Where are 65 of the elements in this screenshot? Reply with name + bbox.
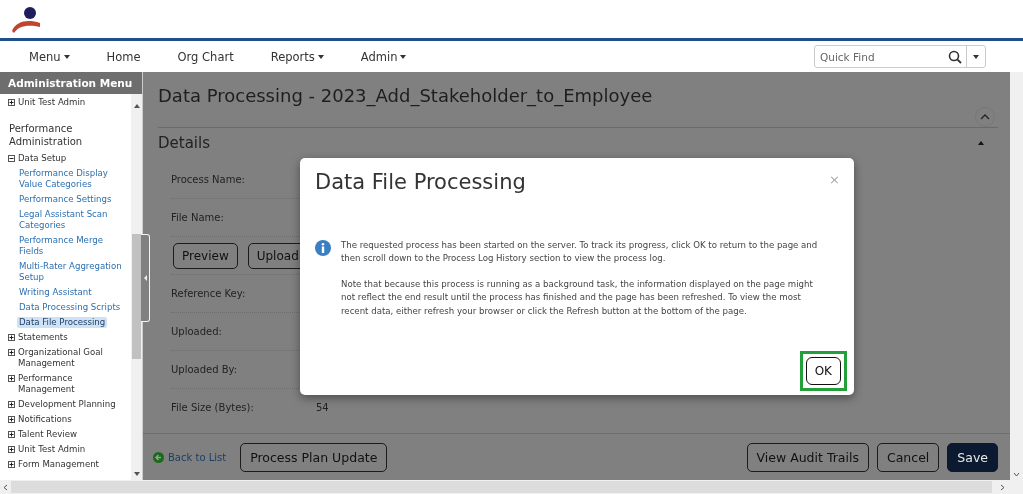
- expand-toggle-icon[interactable]: [8, 373, 15, 382]
- expand-toggle-icon[interactable]: [8, 153, 15, 162]
- sidebar-item[interactable]: Statements: [18, 332, 118, 343]
- caret-icon[interactable]: [978, 141, 984, 145]
- quick-find-box[interactable]: Quick Find: [814, 45, 986, 68]
- sidebar-item[interactable]: Development Planning: [18, 399, 118, 410]
- dialog-message: Note that because this process is running as a background task, the information displayed on the page might not reflect the end result until the process has finished and the page has been refreshed. To view the most recent data, either refresh your browser or click the Refresh button at the bottom of the page.: [341, 277, 814, 318]
- action-button[interactable]: View Audit Trails: [746, 442, 869, 472]
- field-label: Process Name:: [171, 174, 246, 185]
- nav-link[interactable]: Reports: [270, 49, 324, 64]
- sidebar-link[interactable]: Writing Assistant: [17, 287, 94, 298]
- dialog-message: The requested process has been started on the server. To track its progress, click OK to return to the page and then scroll down to the Process Log History section to view the process log.: [341, 239, 819, 266]
- sidebar-heading: Performance Administration: [8, 122, 84, 149]
- section-title: Details: [158, 134, 210, 152]
- sidebar-item[interactable]: Unit Test Admin: [18, 97, 118, 108]
- search-icon[interactable]: [948, 49, 962, 64]
- expand-toggle-icon[interactable]: [8, 399, 15, 408]
- field-label: Uploaded By:: [171, 364, 239, 375]
- page-title: Data Processing - 2023_Add_Stakeholder_to_Employee: [158, 85, 654, 106]
- expand-toggle-icon[interactable]: [8, 347, 15, 356]
- field-label: Uploaded:: [171, 326, 223, 337]
- nav-link[interactable]: Admin: [360, 49, 407, 64]
- sidebar-link[interactable]: Multi-Rater Aggregation Setup: [17, 261, 129, 283]
- sidebar-item[interactable]: Unit Test Admin: [18, 444, 118, 455]
- sidebar-link[interactable]: Data File Processing: [17, 317, 108, 328]
- action-button[interactable]: Save: [947, 442, 998, 472]
- expand-toggle-icon[interactable]: [8, 429, 15, 438]
- action-button[interactable]: Process Plan Update: [240, 442, 388, 472]
- field-label: File Size (Bytes):: [171, 402, 255, 413]
- sidebar-item[interactable]: Organizational Goal Management: [18, 347, 118, 369]
- nav-link[interactable]: Menu: [29, 49, 70, 64]
- scroll-down-icon[interactable]: [133, 472, 140, 476]
- sidebar-item[interactable]: Form Management: [18, 459, 118, 470]
- dialog-title: Data File Processing: [315, 170, 526, 196]
- back-arrow-icon: [153, 451, 164, 463]
- info-icon: [315, 240, 331, 256]
- sidebar-link[interactable]: Performance Display Value Categories: [17, 168, 129, 190]
- field-value: 54: [316, 402, 329, 413]
- expand-toggle-icon[interactable]: [8, 444, 15, 453]
- expand-toggle-icon[interactable]: [8, 332, 15, 341]
- sidebar-link[interactable]: Data Processing Scripts: [17, 302, 123, 313]
- sidebar-link[interactable]: Performance Settings: [17, 194, 114, 205]
- scroll-down-icon[interactable]: [1013, 472, 1020, 477]
- field-label: Reference Key:: [171, 288, 247, 299]
- sidebar-item[interactable]: Performance Management: [18, 373, 118, 395]
- quick-find-field[interactable]: Quick Find: [815, 49, 948, 64]
- sidebar-item[interactable]: Talent Review: [18, 429, 118, 440]
- field-label: File Name:: [171, 212, 225, 223]
- expand-toggle-icon[interactable]: [8, 459, 15, 468]
- expand-toggle-icon[interactable]: [8, 97, 15, 106]
- nav-link[interactable]: Org Chart: [177, 49, 234, 64]
- nav-link[interactable]: Home: [106, 49, 141, 64]
- sidebar-item[interactable]: Data Setup: [18, 153, 118, 164]
- action-button[interactable]: Preview: [173, 242, 238, 269]
- logo-icon: [10, 7, 42, 33]
- sidebar-link[interactable]: Legal Assistant Scan Categories: [17, 209, 129, 231]
- sidebar-collapse-handle[interactable]: [141, 234, 150, 322]
- expand-toggle-icon[interactable]: [8, 414, 15, 423]
- sidebar-item[interactable]: Notifications: [18, 414, 118, 425]
- sidebar-title: Administration Menu: [0, 72, 142, 94]
- scroll-up-icon[interactable]: [133, 104, 140, 108]
- sidebar-link[interactable]: Performance Merge Fields: [17, 235, 129, 257]
- ok-button[interactable]: OK: [805, 357, 841, 385]
- scrollbar-thumb[interactable]: [132, 234, 141, 359]
- action-button[interactable]: Cancel: [876, 442, 940, 472]
